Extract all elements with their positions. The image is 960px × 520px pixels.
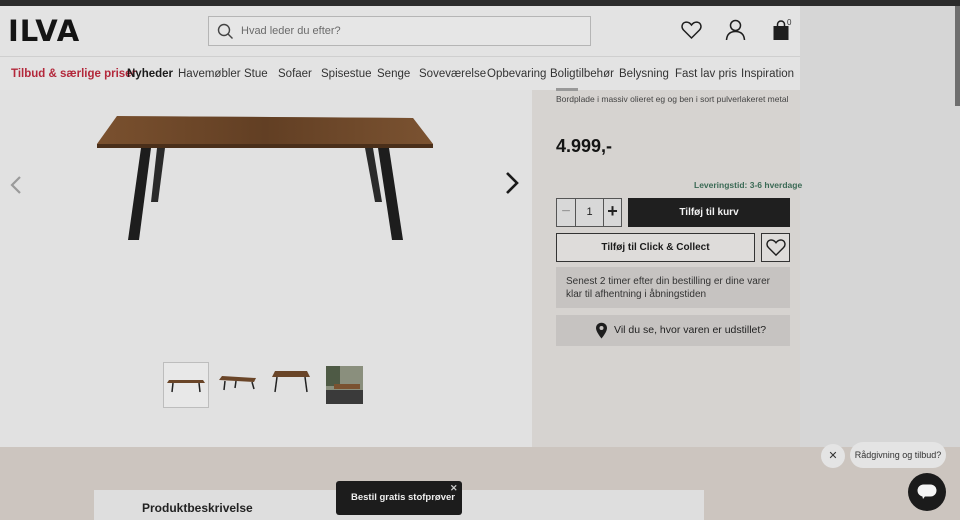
gallery-thumbnail-4[interactable] — [322, 362, 368, 408]
product-gallery — [0, 90, 532, 447]
quantity-input[interactable]: 1 — [576, 199, 603, 226]
heart-icon — [766, 239, 786, 257]
divider — [556, 88, 578, 91]
quantity-decrease-button[interactable]: − — [557, 199, 576, 226]
add-to-cart-button[interactable]: Tilføj til kurv — [628, 198, 790, 227]
chat-launcher-button[interactable] — [908, 473, 946, 511]
nav-item-nyheder[interactable]: Nyheder — [127, 68, 173, 80]
page-backdrop — [800, 6, 960, 447]
nav-item-boligtilbehor[interactable]: Boligtilbehør — [550, 68, 614, 80]
site-header: ILVA 0 — [0, 6, 800, 56]
product-info-panel: Bordplade i massiv olieret eg og ben i s… — [532, 88, 803, 447]
gallery-thumbnail-3[interactable] — [269, 362, 315, 408]
nav-item-sale[interactable]: Tilbud & særlige priser — [11, 68, 136, 80]
gallery-thumbnail-2[interactable] — [216, 362, 262, 408]
gallery-prev-icon[interactable] — [9, 175, 23, 195]
cart-count-badge: 0 — [787, 18, 792, 27]
section-title[interactable]: Produktbeskrivelse — [142, 501, 253, 515]
nav-item-sofaer[interactable]: Sofaer — [278, 68, 312, 80]
heart-icon[interactable] — [681, 20, 702, 40]
nav-item-belysning[interactable]: Belysning — [619, 68, 669, 80]
search-input[interactable] — [241, 20, 581, 42]
gallery-next-icon[interactable] — [503, 171, 521, 195]
showroom-locator-label: Vil du se, hvor varen er udstillet? — [614, 324, 767, 336]
showroom-locator-button[interactable]: Vil du se, hvor varen er udstillet? — [556, 315, 790, 346]
nav-item-havemobler[interactable]: Havemøbler — [178, 68, 241, 80]
close-icon[interactable]: ✕ — [450, 483, 458, 494]
click-collect-button[interactable]: Tilføj til Click & Collect — [556, 233, 755, 262]
search-icon[interactable] — [217, 23, 234, 40]
add-to-wishlist-button[interactable] — [761, 233, 790, 262]
delivery-time: Leveringstid: 3-6 hverdage — [694, 180, 803, 190]
gallery-thumbnail-1[interactable] — [163, 362, 209, 408]
nav-item-inspiration[interactable]: Inspiration — [741, 68, 794, 80]
quantity-stepper: − 1 + — [556, 198, 622, 227]
product-short-description: Bordplade i massiv olieret eg og ben i s… — [556, 94, 789, 104]
nav-item-opbevaring[interactable]: Opbevaring — [487, 68, 546, 80]
map-pin-icon — [596, 322, 607, 339]
chat-close-button[interactable]: ✕ — [821, 444, 845, 468]
site-logo[interactable]: ILVA — [8, 17, 80, 46]
nav-item-stue[interactable]: Stue — [244, 68, 268, 80]
user-icon[interactable] — [725, 19, 746, 41]
search-box[interactable] — [208, 16, 591, 46]
scrollbar[interactable] — [955, 6, 960, 106]
quantity-increase-button[interactable]: + — [603, 199, 621, 226]
chat-prompt-bubble[interactable]: Rådgivning og tilbud? — [850, 442, 946, 468]
nav-item-sovevaerelse[interactable]: Soveværelse — [419, 68, 486, 80]
pickup-info-box: Senest 2 timer efter din bestilling er d… — [556, 267, 790, 308]
toast-label[interactable]: Bestil gratis stofprøver — [351, 492, 455, 503]
nav-item-fast-lav-pris[interactable]: Fast lav pris — [675, 68, 737, 80]
nav-item-senge[interactable]: Senge — [377, 68, 410, 80]
product-price: 4.999,- — [556, 136, 613, 156]
product-main-image[interactable] — [95, 112, 435, 247]
lower-section: Produktbeskrivelse — [0, 447, 960, 520]
chat-icon — [917, 484, 937, 499]
nav-item-spisestue[interactable]: Spisestue — [321, 68, 372, 80]
fabric-sample-toast[interactable]: Bestil gratis stofprøver ✕ — [336, 481, 462, 515]
